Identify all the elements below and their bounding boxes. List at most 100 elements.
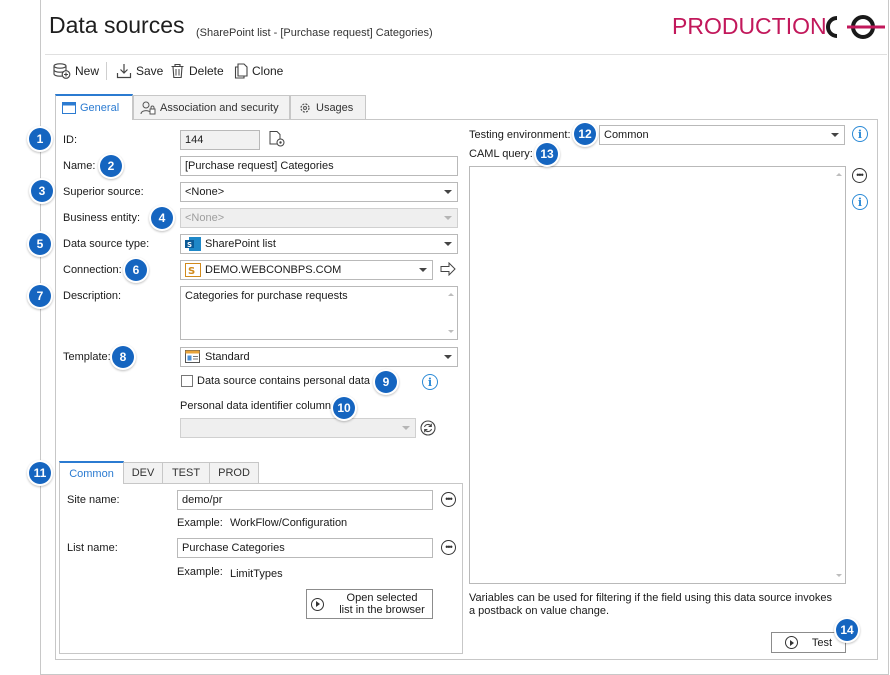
delete-button[interactable]: Delete	[170, 62, 224, 80]
connection-select[interactable]: S DEMO.WEBCONBPS.COM	[180, 260, 433, 280]
tab-usages[interactable]: Usages	[290, 95, 366, 119]
scroll-down-icon[interactable]	[448, 330, 454, 333]
site-example-value: WorkFlow/Configuration	[230, 517, 348, 529]
toolbar-divider	[45, 54, 887, 55]
data-source-type-select[interactable]: S SharePoint list	[180, 234, 458, 254]
new-button[interactable]: New	[53, 62, 99, 80]
caml-info-icon[interactable]: i	[852, 194, 868, 210]
site-name-label: Site name:	[67, 494, 120, 506]
badge-8: 8	[112, 346, 134, 368]
badge-5: 5	[29, 233, 51, 255]
badge-7: 7	[29, 285, 51, 307]
business-entity-select: <None>	[180, 208, 458, 228]
open-list-label: Open selected list in the browser	[332, 592, 432, 616]
variables-hint: Variables can be used for filtering if t…	[469, 592, 832, 617]
sharepoint-connection-icon: S	[185, 263, 201, 277]
chevron-down-icon	[444, 242, 452, 246]
scroll-down-icon[interactable]	[836, 574, 842, 577]
gears-icon	[300, 102, 310, 113]
save-button[interactable]: Save	[116, 62, 163, 80]
id-field: 144	[180, 130, 260, 150]
env-tab-prod[interactable]: PROD	[209, 462, 259, 483]
test-button[interactable]: Test	[771, 632, 846, 653]
open-list-label-line2: list in the browser	[339, 604, 425, 616]
description-textarea[interactable]: Categories for purchase requests	[180, 286, 458, 340]
superior-source-value: <None>	[185, 186, 225, 198]
env-tab-common[interactable]: Common	[59, 461, 124, 484]
testing-environment-label: Testing environment:	[469, 129, 571, 141]
page-subtitle: (SharePoint list - [Purchase request] Ca…	[196, 27, 433, 39]
caml-query-textarea[interactable]	[469, 166, 846, 584]
list-name-input[interactable]: Purchase Categories	[177, 538, 433, 558]
chevron-down-icon	[402, 426, 410, 430]
personal-data-checkbox[interactable]	[181, 375, 193, 387]
user-lock-icon	[140, 101, 156, 114]
sharepoint-icon: S	[185, 237, 201, 251]
tab-general[interactable]: General	[55, 94, 133, 120]
chevron-down-icon	[419, 268, 427, 272]
data-source-type-label: Data source type:	[63, 238, 150, 250]
copy-icon	[234, 63, 248, 79]
arrow-right-icon[interactable]	[440, 262, 456, 276]
testing-environment-select[interactable]: Common	[599, 125, 845, 145]
name-input[interactable]: [Purchase request] Categories	[180, 156, 458, 176]
database-add-icon	[53, 63, 71, 79]
testing-environment-value: Common	[604, 129, 649, 141]
download-save-icon	[116, 64, 132, 79]
template-select[interactable]: Standard	[180, 347, 458, 367]
badge-2: 2	[100, 155, 122, 177]
open-list-in-browser-button[interactable]: Open selected list in the browser	[306, 589, 433, 619]
site-name-more-icon[interactable]: •••	[441, 492, 456, 507]
list-name-label: List name:	[67, 542, 118, 554]
connection-label: Connection:	[63, 264, 122, 276]
scroll-up-icon[interactable]	[836, 173, 842, 176]
open-list-label-line1: Open selected	[346, 592, 418, 604]
caml-more-icon[interactable]: •••	[852, 168, 867, 183]
save-label: Save	[136, 64, 164, 78]
tab-usages-label: Usages	[316, 101, 354, 114]
toolbar-separator	[106, 62, 107, 80]
badge-6: 6	[125, 259, 147, 281]
badge-13: 13	[536, 143, 558, 165]
refresh-icon[interactable]	[420, 420, 436, 436]
description-value: Categories for purchase requests	[185, 290, 348, 302]
site-name-input[interactable]: demo/pr	[177, 490, 433, 510]
tab-general-label: General	[80, 102, 120, 114]
description-label: Description:	[63, 290, 122, 302]
chevron-down-icon	[444, 216, 452, 220]
badge-3: 3	[31, 180, 53, 202]
environment-label: PRODUCTION	[672, 13, 827, 39]
id-label: ID:	[63, 134, 78, 146]
id-details-icon[interactable]	[268, 130, 286, 148]
site-example-label: Example:	[177, 517, 223, 529]
superior-source-select[interactable]: <None>	[180, 182, 458, 202]
tab-association-label: Association and security	[160, 101, 279, 114]
badge-12: 12	[574, 123, 596, 145]
page-title: Data sources	[49, 12, 185, 38]
badge-14: 14	[836, 619, 858, 641]
badge-10: 10	[333, 397, 355, 419]
badge-11: 11	[29, 462, 51, 484]
testing-environment-info-icon[interactable]: i	[852, 126, 868, 142]
clone-button[interactable]: Clone	[234, 62, 283, 80]
data-source-type-value: SharePoint list	[205, 238, 276, 250]
env-tab-test[interactable]: TEST	[162, 462, 210, 483]
test-label: Test	[811, 636, 833, 649]
env-tab-dev[interactable]: DEV	[123, 462, 163, 483]
badge-1: 1	[29, 128, 51, 150]
personal-data-info-icon[interactable]: i	[422, 374, 438, 390]
caml-query-label: CAML query:	[469, 148, 533, 160]
badge-4: 4	[151, 207, 173, 229]
list-name-more-icon[interactable]: •••	[441, 540, 456, 555]
chevron-down-icon	[444, 190, 452, 194]
template-label: Template:	[63, 351, 111, 363]
play-icon	[784, 636, 798, 649]
trash-icon	[171, 63, 184, 79]
template-value: Standard	[205, 351, 250, 363]
superior-source-label: Superior source:	[63, 186, 144, 198]
scroll-up-icon[interactable]	[448, 293, 454, 296]
new-label: New	[75, 64, 100, 78]
tab-association-security[interactable]: Association and security	[133, 95, 290, 119]
chevron-down-icon	[831, 133, 839, 137]
list-example-value: LimitTypes	[230, 568, 283, 580]
